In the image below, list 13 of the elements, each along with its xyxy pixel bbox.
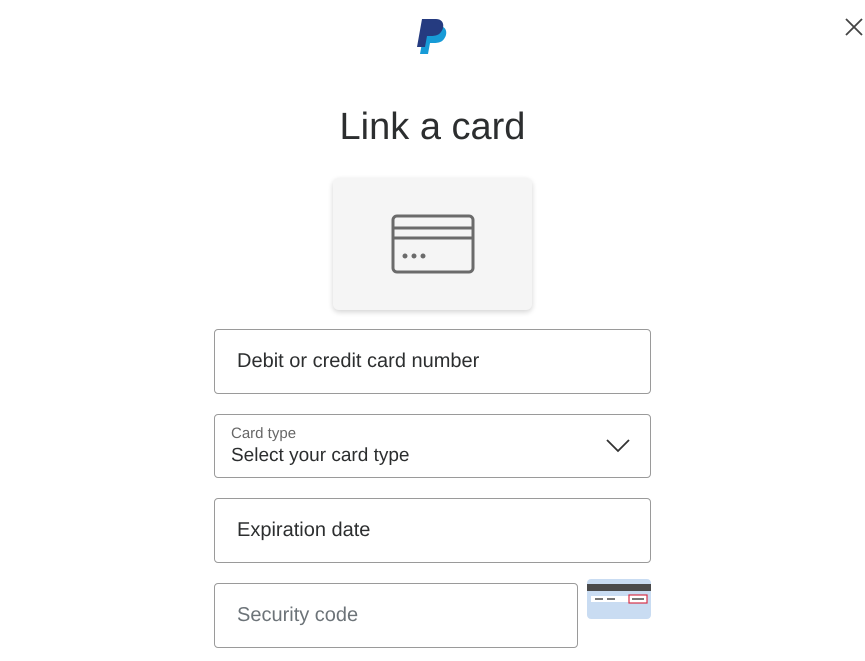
select-value: Select your card type [231, 444, 410, 468]
close-button[interactable] [845, 18, 863, 36]
card-back-icon [587, 579, 651, 619]
credit-card-icon [390, 214, 474, 274]
security-code-field[interactable]: Security code [214, 583, 578, 648]
card-type-dropdown[interactable]: Card type Select your card type [214, 414, 651, 478]
text-field[interactable]: Expiration date [214, 498, 651, 563]
field-label: Card type [231, 424, 298, 444]
close-icon [845, 18, 863, 36]
logo-icon [416, 18, 448, 56]
page-title: Link a card [340, 108, 526, 146]
chevron-down-icon [606, 439, 630, 453]
text-field[interactable]: Debit or credit card number [214, 329, 651, 394]
